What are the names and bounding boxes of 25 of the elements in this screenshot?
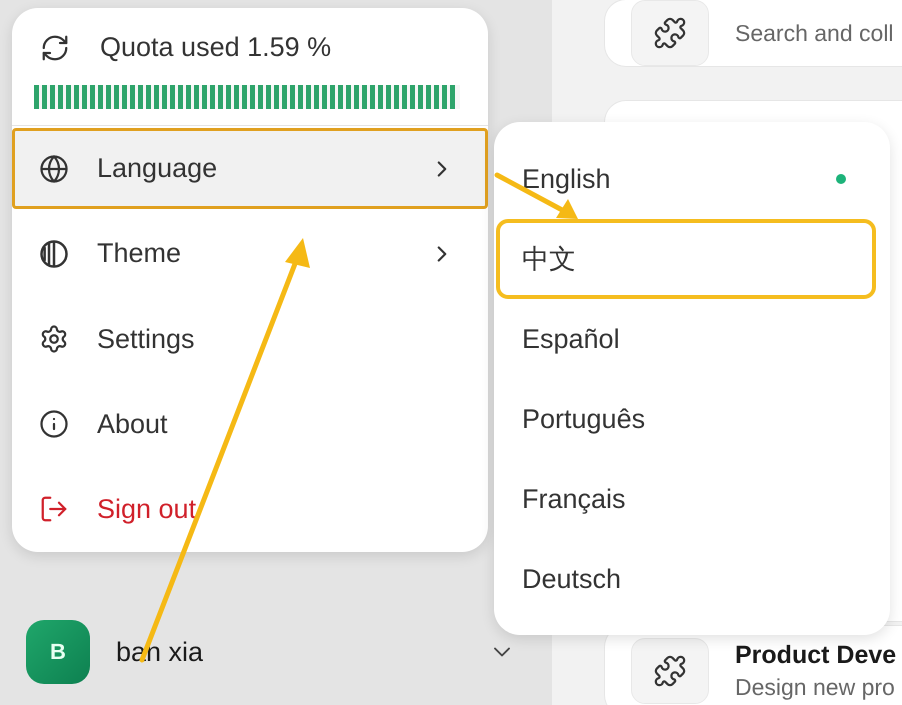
language-option[interactable]: Deutsch bbox=[496, 539, 876, 619]
menu-item[interactable]: Settings bbox=[12, 298, 488, 380]
menu-item[interactable]: Language bbox=[12, 128, 488, 210]
card-title: Product Deve bbox=[735, 641, 896, 670]
language-option[interactable]: English bbox=[496, 139, 876, 219]
puzzle-icon bbox=[653, 654, 687, 688]
quota-label: Quota used 1.59 % bbox=[100, 32, 332, 63]
menu-item[interactable]: Sign out bbox=[12, 468, 488, 550]
language-option[interactable]: 中文 bbox=[496, 219, 876, 299]
card[interactable]: Search and coll bbox=[604, 0, 902, 67]
half-circle-icon bbox=[39, 238, 69, 269]
language-option[interactable]: Français bbox=[496, 459, 876, 539]
globe-icon bbox=[39, 154, 69, 184]
card-description: Design new pro bbox=[735, 674, 896, 701]
refresh-icon[interactable] bbox=[40, 32, 70, 62]
puzzle-icon bbox=[653, 16, 687, 50]
info-icon bbox=[39, 409, 69, 440]
language-option[interactable]: Español bbox=[496, 299, 876, 379]
menu-item[interactable]: Theme bbox=[12, 213, 488, 294]
settings-icon bbox=[39, 324, 69, 354]
language-option[interactable]: Português bbox=[496, 379, 876, 459]
sign-out-icon bbox=[39, 494, 69, 524]
user-avatar[interactable]: B bbox=[26, 620, 90, 684]
card-description: Search and coll bbox=[735, 20, 894, 46]
menu-item[interactable]: About bbox=[12, 384, 488, 465]
